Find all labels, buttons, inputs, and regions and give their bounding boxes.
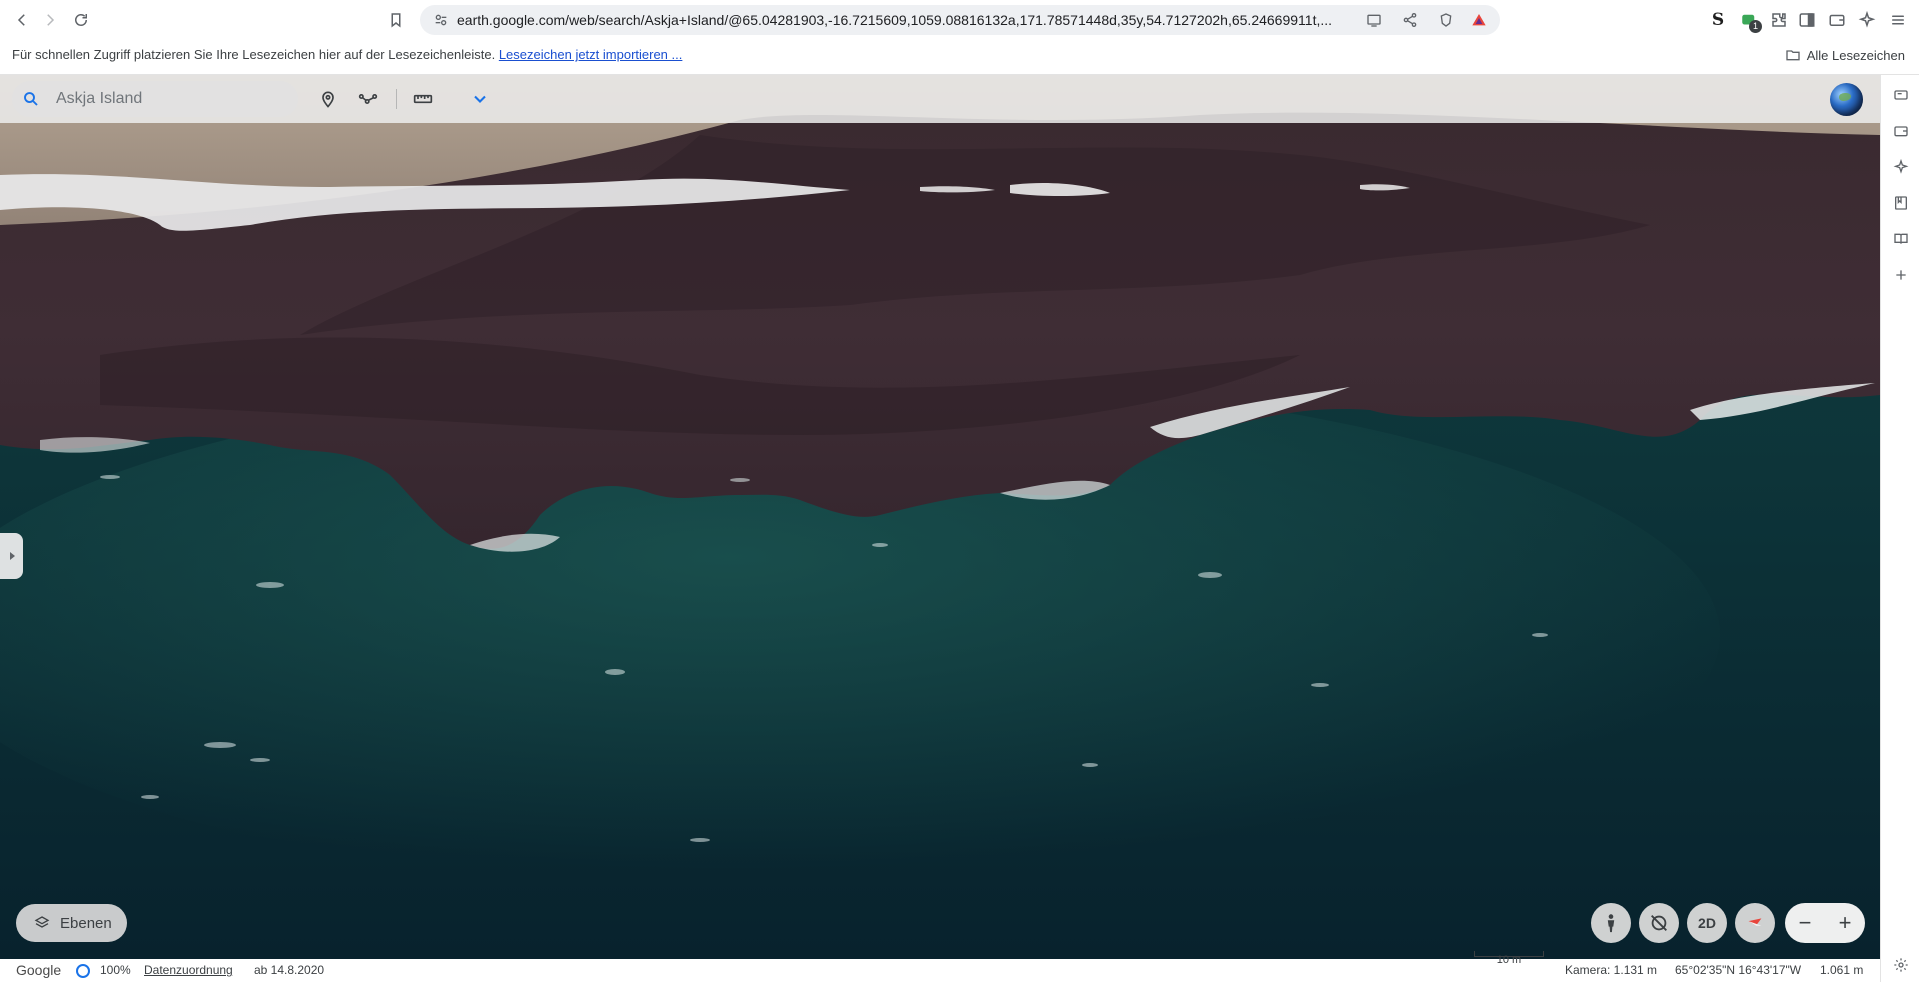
chevron-down-icon[interactable]	[467, 87, 493, 111]
compass-icon	[1748, 918, 1762, 926]
address-bar[interactable]: earth.google.com/web/search/Askja+Island…	[420, 5, 1500, 35]
scale-line	[1474, 951, 1544, 957]
load-percent: 100%	[100, 963, 131, 977]
wallet-icon[interactable]	[1825, 8, 1849, 32]
sidepanel-reading-icon[interactable]	[1891, 85, 1911, 105]
url-text[interactable]: earth.google.com/web/search/Askja+Island…	[457, 5, 1357, 35]
share-icon[interactable]	[1401, 11, 1419, 29]
ground-altitude: 1.061 m	[1820, 963, 1864, 977]
forward-icon[interactable]	[38, 8, 62, 32]
bookmarks-hint: Für schnellen Zugriff platzieren Sie Ihr…	[12, 40, 682, 70]
back-icon[interactable]	[10, 8, 34, 32]
zoom-out-button[interactable]: −	[1785, 903, 1825, 943]
menu-icon[interactable]	[1886, 8, 1910, 32]
camera-altitude: Kamera: 1.131 m	[1565, 963, 1658, 977]
earth-3d-viewport[interactable]	[0, 75, 1880, 959]
reload-icon[interactable]	[69, 8, 93, 32]
zoom-in-button[interactable]: +	[1825, 903, 1865, 943]
cursor-coordinates: 65°02'35"N 16°43'17"W	[1675, 963, 1802, 977]
sidebar-toggle-icon[interactable]	[1795, 8, 1819, 32]
globe-account-icon[interactable]	[1830, 83, 1863, 116]
extension-s-icon[interactable]: S	[1706, 8, 1730, 32]
sidepanel-settings-icon[interactable]	[1891, 955, 1911, 975]
layers-icon	[34, 916, 50, 928]
earth-toolbar	[0, 75, 1880, 123]
sidepanel-add-icon[interactable]	[1891, 265, 1911, 285]
chevron-right-icon	[9, 552, 15, 560]
google-logo: Google	[16, 962, 62, 978]
leo-ai-icon[interactable]	[1855, 8, 1879, 32]
site-settings-icon[interactable]	[432, 11, 450, 29]
imagery-date: ab 14.8.2020	[254, 963, 325, 977]
extensions-puzzle-icon[interactable]	[1767, 8, 1791, 32]
reset-rotation-icon	[1651, 915, 1667, 931]
pegman-icon	[1607, 914, 1615, 933]
draw-path-icon[interactable]	[355, 87, 381, 111]
brave-rewards-icon[interactable]	[1470, 11, 1488, 29]
import-bookmarks-link[interactable]: Lesezeichen jetzt importieren ...	[499, 47, 683, 62]
folder-icon	[1786, 50, 1800, 61]
bookmarks-hint-text: Für schnellen Zugriff platzieren Sie Ihr…	[12, 47, 496, 62]
sidepanel-leo-icon[interactable]	[1891, 157, 1911, 177]
sidepanel-bookmarks-icon[interactable]	[1891, 193, 1911, 213]
layers-button[interactable]: Ebenen	[16, 904, 127, 942]
brave-shield-icon[interactable]	[1437, 11, 1455, 29]
data-attribution-link[interactable]: Datenzuordnung	[144, 959, 233, 982]
satellite-imagery[interactable]	[0, 75, 1880, 959]
all-bookmarks-label: Alle Lesezeichen	[1806, 47, 1905, 63]
loading-ring-icon	[76, 964, 90, 978]
all-bookmarks-button[interactable]: Alle Lesezeichen	[1785, 40, 1905, 70]
browser-toolbar: earth.google.com/web/search/Askja+Island…	[0, 0, 1919, 40]
sidepanel-wallet-icon[interactable]	[1891, 121, 1911, 141]
sidepanel-reading-list-icon[interactable]	[1891, 229, 1911, 249]
expand-panel-button[interactable]	[0, 533, 23, 579]
bookmark-icon[interactable]	[384, 8, 408, 32]
bookmarks-bar: Für schnellen Zugriff platzieren Sie Ihr…	[0, 40, 1919, 75]
extension-badge: 1	[1749, 20, 1762, 33]
search-input[interactable]	[56, 81, 286, 117]
search-box[interactable]	[12, 81, 298, 117]
cast-icon[interactable]	[1365, 11, 1383, 29]
view-mode-2d-button[interactable]: 2D	[1687, 903, 1727, 943]
pegman-button[interactable]	[1591, 903, 1631, 943]
layers-label: Ebenen	[60, 914, 112, 932]
toolbar-divider	[396, 89, 397, 109]
zoom-controls: − +	[1785, 903, 1865, 943]
compass-button[interactable]	[1735, 903, 1775, 943]
add-placemark-icon[interactable]	[315, 87, 341, 111]
reset-tilt-button[interactable]	[1639, 903, 1679, 943]
extension-wallet-icon[interactable]: 1	[1737, 8, 1762, 33]
browser-side-panel	[1880, 75, 1919, 982]
search-icon[interactable]	[22, 90, 40, 108]
measure-icon[interactable]	[410, 87, 436, 111]
earth-status-bar: Google 100% Datenzuordnung ab 14.8.2020 …	[0, 951, 1880, 982]
